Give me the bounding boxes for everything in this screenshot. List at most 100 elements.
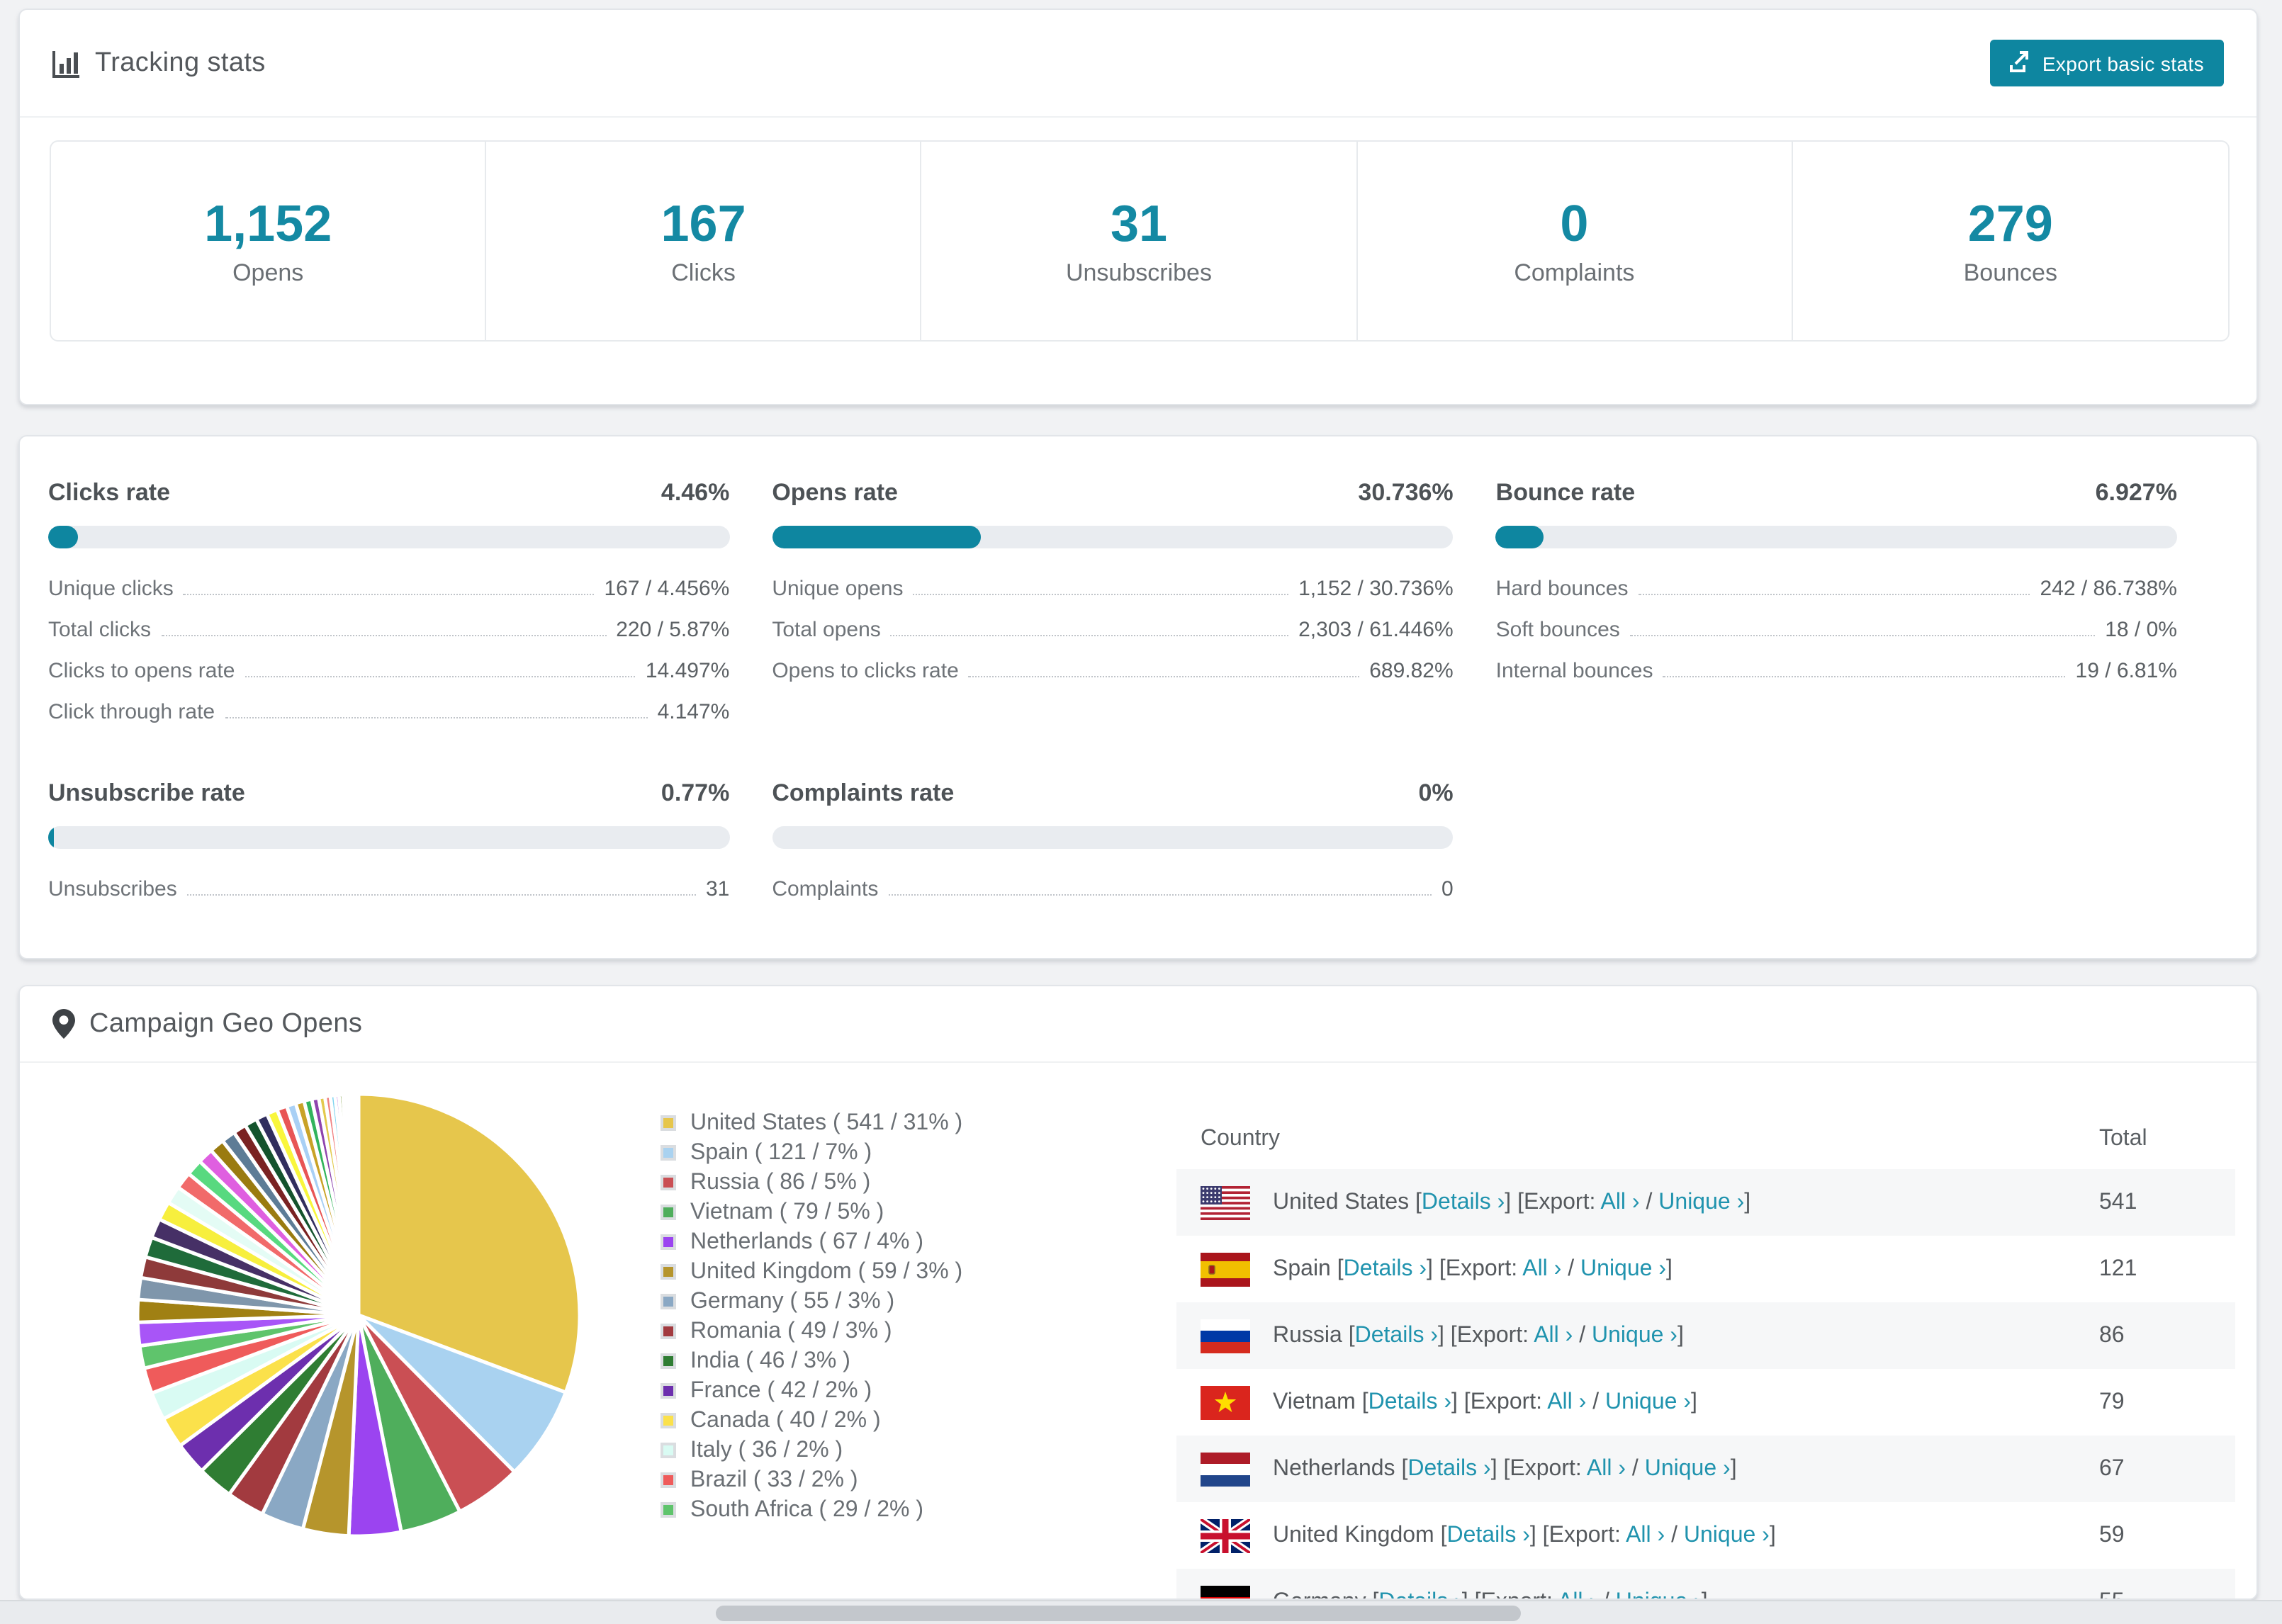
geo-opens-panel: Campaign Geo Opens United States ( 541 /… [18, 985, 2258, 1600]
rate-row-value: 1,152 / 30.736% [1298, 577, 1454, 601]
table-row: Vietnam [Details ›] [Export: All › / Uni… [1176, 1369, 2235, 1436]
scrollbar-thumb[interactable] [716, 1606, 1521, 1621]
dotted-leader [913, 594, 1289, 595]
summary-card-label: Opens [232, 259, 304, 286]
rate-row: Unique opens 1,152 / 30.736% [772, 577, 1454, 601]
rate-row-label: Opens to clicks rate [772, 659, 959, 683]
export-basic-stats-button[interactable]: Export basic stats [1989, 40, 2224, 86]
rate-progress-bar [1495, 526, 2177, 548]
row-text: Export: [1523, 1190, 1601, 1214]
details-link[interactable]: Details › [1368, 1389, 1451, 1414]
export-unique-link[interactable]: Unique › [1645, 1456, 1731, 1480]
summary-card: 31 Unsubscribes [922, 142, 1358, 340]
legend-item[interactable]: United States ( 541 / 31% ) [661, 1108, 962, 1138]
legend-item[interactable]: Spain ( 121 / 7% ) [661, 1138, 962, 1168]
column-header-total: Total [2099, 1126, 2147, 1150]
export-unique-link[interactable]: Unique › [1684, 1523, 1770, 1547]
rate-progress-fill [1495, 526, 1544, 548]
page-title: Tracking stats [95, 47, 266, 77]
table-row: Germany [Details ›] [Export: All › / Uni… [1176, 1569, 2235, 1598]
legend-item[interactable]: Vietnam ( 79 / 5% ) [661, 1197, 962, 1227]
total-cell: 67 [2099, 1456, 2125, 1480]
export-all-link[interactable]: All › [1522, 1256, 1561, 1280]
dotted-leader [225, 717, 648, 718]
legend-item[interactable]: Russia ( 86 / 5% ) [661, 1168, 962, 1197]
legend-item[interactable]: Germany ( 55 / 3% ) [661, 1287, 962, 1316]
rate-value: 6.927% [2095, 479, 2177, 506]
legend-label: Netherlands ( 67 / 4% ) [690, 1229, 924, 1253]
details-link[interactable]: Details › [1407, 1456, 1490, 1480]
rate-row: Complaints 0 [772, 877, 1454, 901]
legend-item[interactable]: Canada ( 40 / 2% ) [661, 1406, 962, 1436]
export-all-link[interactable]: All › [1547, 1389, 1586, 1414]
legend-item[interactable]: United Kingdom ( 59 / 3% ) [661, 1257, 962, 1287]
rate-row: Total opens 2,303 / 61.446% [772, 618, 1453, 642]
country-cell: Russia [Details ›] [Export: All › / Uniq… [1176, 1319, 2099, 1353]
country-cell: Spain [Details ›] [Export: All › / Uniqu… [1176, 1252, 2099, 1286]
export-unique-link[interactable]: Unique › [1616, 1589, 1702, 1598]
export-all-link[interactable]: All › [1587, 1456, 1626, 1480]
legend-label: Brazil ( 33 / 2% ) [690, 1467, 858, 1492]
row-text: Vietnam [1273, 1389, 1362, 1414]
rate-progress-bar [48, 826, 730, 849]
export-all-link[interactable]: All › [1626, 1523, 1665, 1547]
legend-item[interactable]: France ( 42 / 2% ) [661, 1376, 962, 1406]
country-cell-text: Vietnam [Details ›] [Export: All › / Uni… [1273, 1389, 1697, 1415]
row-text: / [1639, 1190, 1659, 1214]
export-all-link[interactable]: All › [1600, 1190, 1639, 1214]
legend-swatch [661, 1472, 676, 1488]
export-unique-link[interactable]: Unique › [1580, 1256, 1666, 1280]
table-row: Russia [Details ›] [Export: All › / Uniq… [1176, 1302, 2235, 1369]
details-link[interactable]: Details › [1422, 1190, 1505, 1214]
country-cell: Vietnam [Details ›] [Export: All › / Uni… [1176, 1385, 2099, 1419]
legend-item[interactable]: India ( 46 / 3% ) [661, 1346, 962, 1376]
country-cell-text: Spain [Details ›] [Export: All › / Uniqu… [1273, 1256, 1673, 1282]
details-link[interactable]: Details › [1378, 1589, 1461, 1598]
rate-rows: Hard bounces 242 / 86.738% Soft bounces 18 … [1496, 577, 2177, 683]
rate-progress-bar [772, 526, 1454, 548]
country-cell: Netherlands [Details ›] [Export: All › /… [1176, 1452, 2099, 1486]
column-header-country: Country [1201, 1126, 1281, 1150]
dotted-leader [1663, 676, 2066, 677]
details-link[interactable]: Details › [1344, 1256, 1427, 1280]
rate-row-value: 0 [1441, 877, 1454, 901]
rate-rows: Unique clicks 167 / 4.456% Total clicks 220… [48, 577, 730, 724]
total-cell: 59 [2099, 1523, 2125, 1547]
rates-grid: Clicks rate 4.46% Unique clicks 167 / 4.456… [20, 436, 2256, 957]
rate-row: Soft bounces 18 / 0% [1496, 618, 2177, 642]
rate-row-value: 31 [705, 877, 730, 901]
geo-pie-chart [132, 1088, 585, 1542]
rate-block-header: Unsubscribe rate 0.77% [48, 779, 729, 808]
export-unique-link[interactable]: Unique › [1592, 1323, 1677, 1347]
rate-value: 4.46% [661, 479, 730, 506]
export-all-link[interactable]: All › [1558, 1589, 1597, 1598]
horizontal-scrollbar[interactable] [0, 1600, 2282, 1624]
legend-label: United Kingdom ( 59 / 3% ) [690, 1259, 963, 1283]
legend-item[interactable]: Brazil ( 33 / 2% ) [661, 1465, 962, 1495]
pie-chart-svg [135, 1092, 582, 1538]
details-link[interactable]: Details › [1355, 1323, 1438, 1347]
row-text: Export: [1470, 1389, 1548, 1414]
row-text: [ [1440, 1523, 1447, 1547]
tracking-stats-panel: Tracking stats Export basic stats 1,152 O… [18, 9, 2258, 405]
details-link[interactable]: Details › [1447, 1523, 1530, 1547]
legend-item[interactable]: Romania ( 49 / 3% ) [661, 1316, 962, 1346]
export-unique-link[interactable]: Unique › [1658, 1190, 1744, 1214]
legend-swatch [661, 1443, 676, 1458]
export-unique-link[interactable]: Unique › [1605, 1389, 1691, 1414]
rate-row-value: 167 / 4.456% [604, 577, 730, 601]
legend-item[interactable]: Italy ( 36 / 2% ) [661, 1436, 962, 1465]
row-text: United States [1273, 1190, 1415, 1214]
legend-item[interactable]: South Africa ( 29 / 2% ) [661, 1495, 962, 1525]
pie-slice [356, 1092, 361, 1317]
export-all-link[interactable]: All › [1534, 1323, 1573, 1347]
country-cell: United States [Details ›] [Export: All ›… [1176, 1185, 2099, 1219]
row-text: ] [1666, 1256, 1673, 1280]
page: Tracking stats Export basic stats 1,152 O… [0, 0, 2282, 1624]
legend-swatch [661, 1234, 676, 1250]
summary-card-value: 1,152 [204, 194, 332, 252]
row-text: Spain [1273, 1256, 1337, 1280]
rate-row: Opens to clicks rate 689.82% [772, 659, 1453, 683]
legend-item[interactable]: Netherlands ( 67 / 4% ) [661, 1227, 962, 1257]
geo-opens-title: Campaign Geo Opens [89, 1008, 363, 1038]
